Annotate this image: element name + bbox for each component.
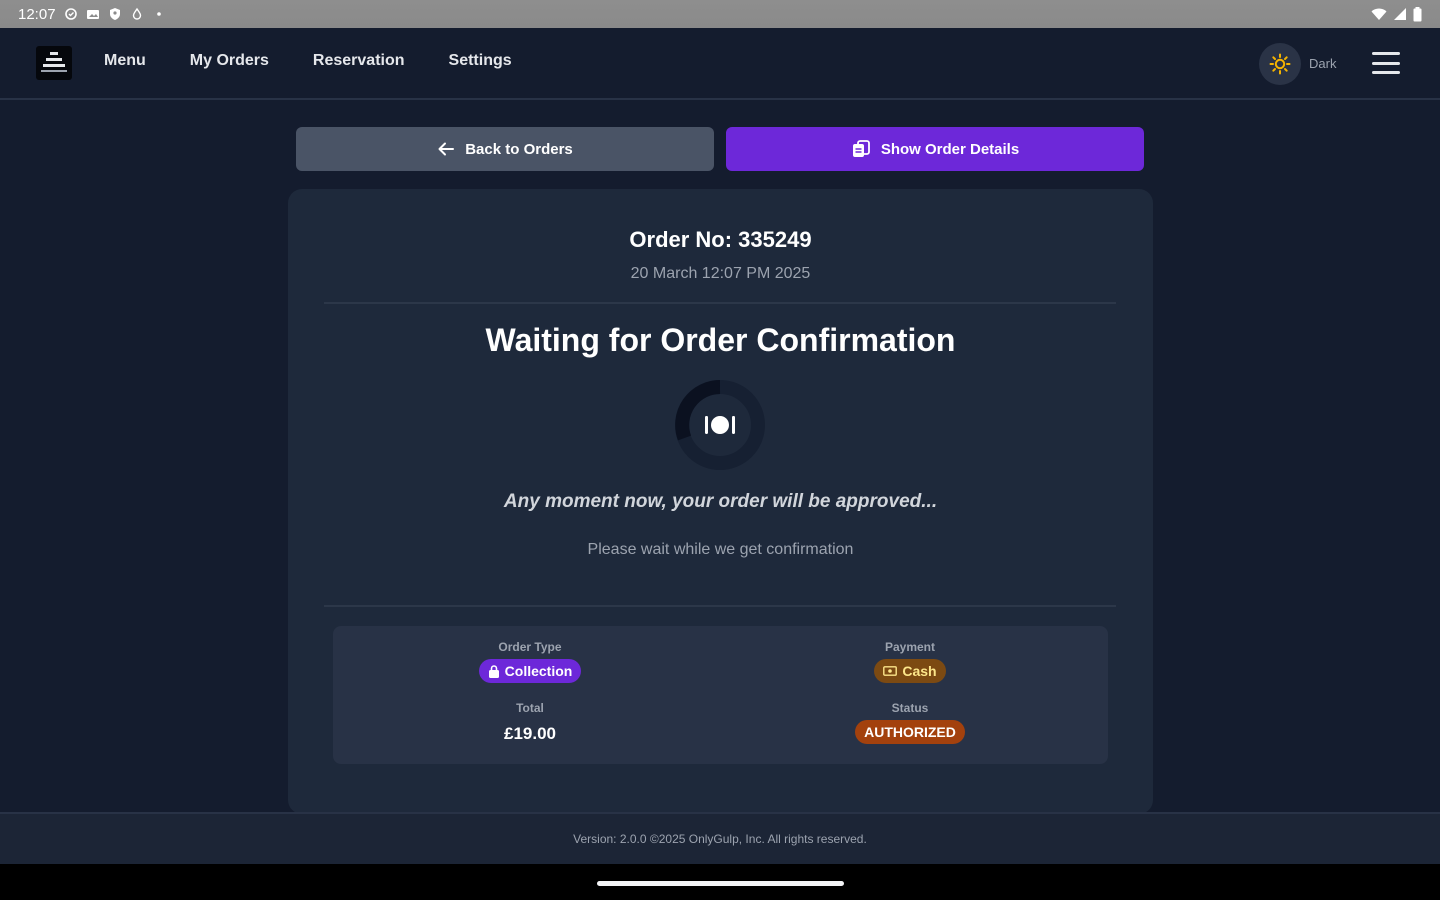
hamburger-line <box>1372 61 1400 65</box>
order-type-block: Order Type Collection <box>430 640 630 683</box>
order-summary: Order Type Collection Payment Cash Total… <box>333 626 1108 764</box>
back-to-orders-label: Back to Orders <box>465 140 573 158</box>
battery-icon <box>1413 6 1422 21</box>
back-to-orders-button[interactable]: Back to Orders <box>296 127 714 171</box>
order-number: Order No: 335249 <box>629 227 812 252</box>
wait-message: Please wait while we get confirmation <box>587 541 854 558</box>
hamburger-line <box>1372 71 1400 74</box>
status-left: 12:07 <box>18 6 166 23</box>
cash-icon <box>883 666 898 676</box>
arrow-left-icon <box>438 142 455 156</box>
brand-logo[interactable] <box>36 46 72 80</box>
dot-icon <box>156 12 161 16</box>
payment-value: Cash <box>902 663 937 679</box>
system-navigation-bar <box>0 864 1440 900</box>
order-type-badge: Collection <box>478 659 582 683</box>
nav-menu[interactable]: Menu <box>104 52 146 70</box>
order-status-card: Order No: 335249 20 March 12:07 PM 2025 … <box>288 189 1153 814</box>
theme-label: Dark <box>1309 56 1337 71</box>
home-indicator[interactable] <box>597 881 844 886</box>
vpn-icon <box>64 8 77 20</box>
nav-reservation[interactable]: Reservation <box>313 52 405 70</box>
status-right <box>1371 6 1422 22</box>
show-order-details-label: Show Order Details <box>880 140 1020 158</box>
bag-icon <box>488 664 499 678</box>
footer: Version: 2.0.0 ©2025 OnlyGulp, Inc. All … <box>0 812 1440 864</box>
status-badge: AUTHORIZED <box>855 720 965 744</box>
total-value: £19.00 <box>504 724 556 743</box>
status-bar: 12:07 <box>0 0 1440 28</box>
drop-icon <box>132 7 141 20</box>
order-date: 20 March 12:07 PM 2025 <box>630 265 811 282</box>
total-label: Total <box>516 701 544 715</box>
navbar: Menu My Orders Reservation Settings Dark <box>0 28 1440 100</box>
payment-label: Payment <box>884 640 936 654</box>
logo-mark-icon <box>41 52 67 72</box>
receipt-icon <box>852 140 870 157</box>
order-type-label: Order Type <box>498 640 562 654</box>
sun-icon <box>1269 53 1291 75</box>
plate-cutlery-icon <box>705 416 735 434</box>
status-block: Status AUTHORIZED <box>810 701 1010 744</box>
status-time: 12:07 <box>18 5 56 23</box>
show-order-details-button[interactable]: Show Order Details <box>726 127 1144 171</box>
nav-links: Menu My Orders Reservation Settings <box>104 52 512 70</box>
order-type-value: Collection <box>504 663 573 679</box>
photo-icon <box>86 10 99 19</box>
theme-toggle-button[interactable] <box>1259 43 1301 85</box>
signal-icon <box>1394 8 1406 20</box>
wifi-icon <box>1371 8 1387 20</box>
app-root: Menu My Orders Reservation Settings Dark <box>0 28 1440 864</box>
hamburger-line <box>1372 52 1400 55</box>
payment-badge: Cash <box>874 659 946 683</box>
status-label: Status <box>891 701 929 715</box>
nav-settings[interactable]: Settings <box>449 52 512 70</box>
total-block: Total £19.00 <box>430 701 630 744</box>
footer-text: Version: 2.0.0 ©2025 OnlyGulp, Inc. All … <box>573 832 867 846</box>
shield-icon <box>109 8 120 20</box>
hamburger-icon[interactable] <box>1370 50 1402 76</box>
divider <box>324 605 1116 607</box>
divider <box>324 302 1116 304</box>
waiting-title: Waiting for Order Confirmation <box>485 322 956 358</box>
payment-block: Payment Cash <box>810 640 1010 683</box>
loading-spinner <box>675 380 765 470</box>
approval-message: Any moment now, your order will be appro… <box>503 491 938 512</box>
nav-my-orders[interactable]: My Orders <box>190 52 269 70</box>
